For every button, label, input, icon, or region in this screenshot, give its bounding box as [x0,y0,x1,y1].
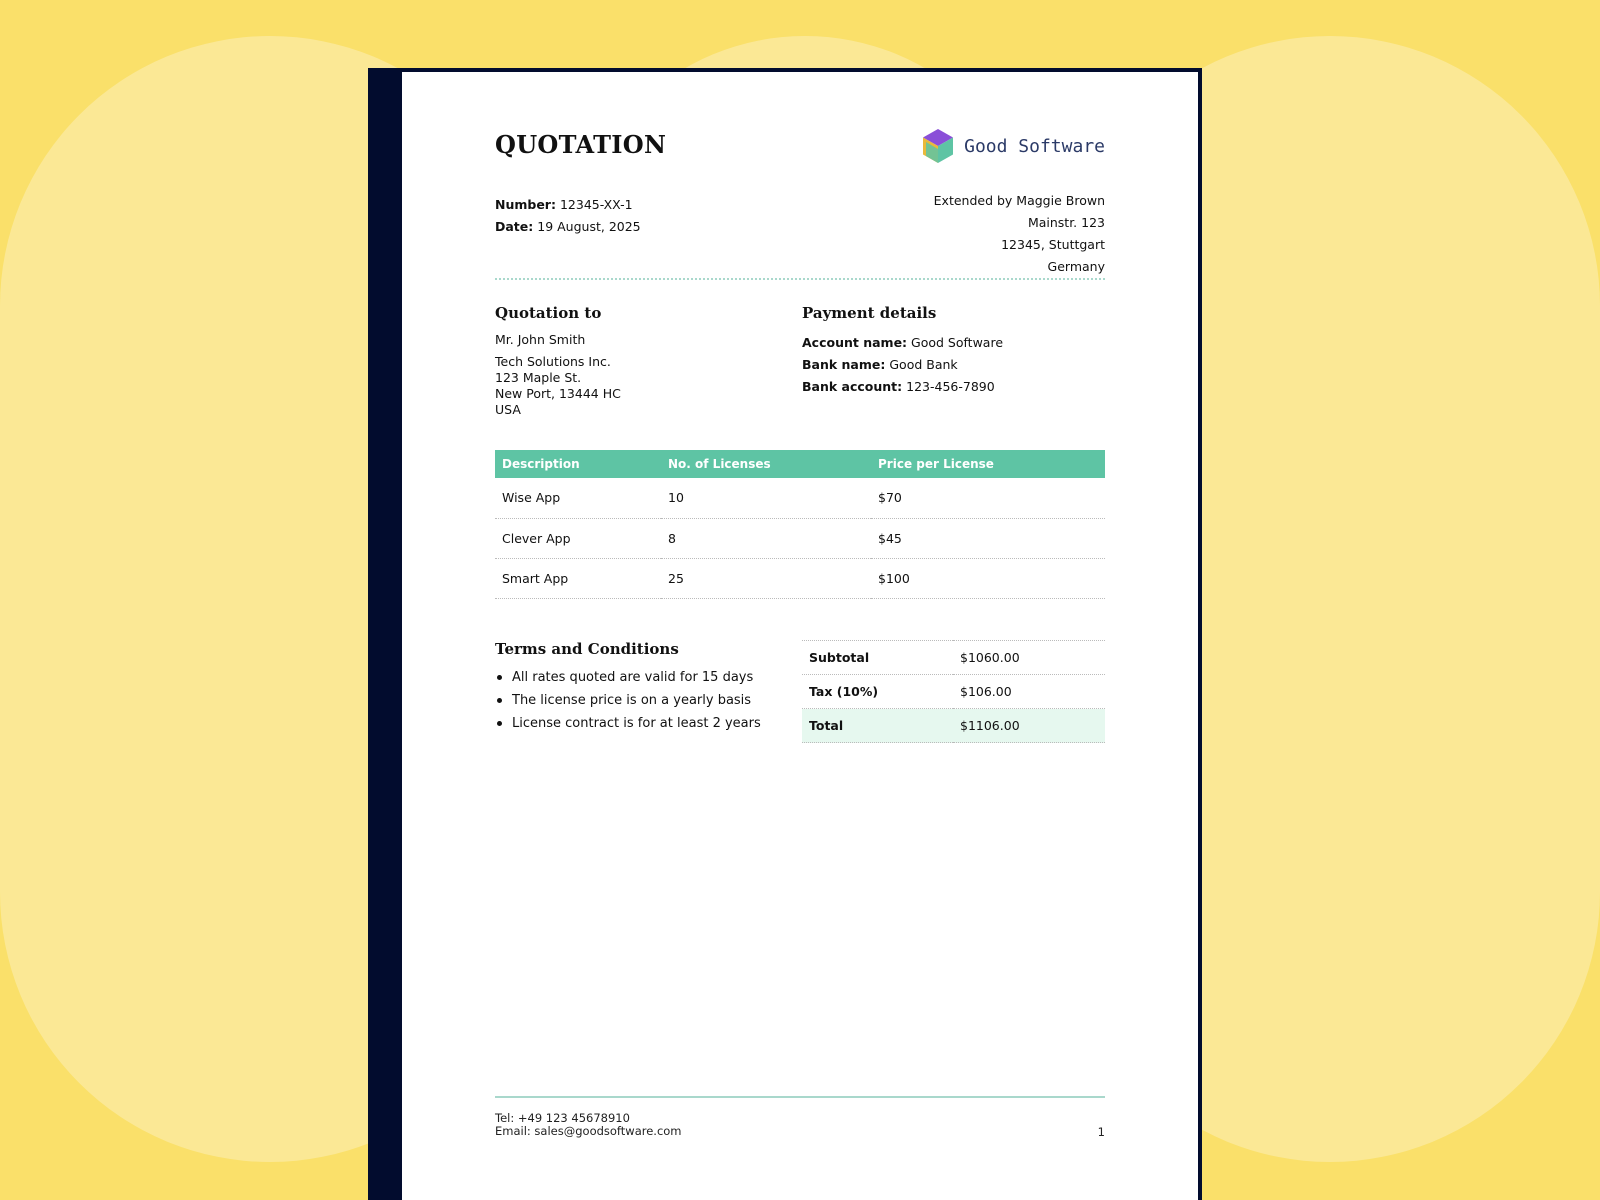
number-value: 12345-XX-1 [559,197,633,212]
item-description: Wise App [495,478,661,519]
quotation-meta: Number: 12345-XX-1 Date: 19 August, 2025 [495,194,641,238]
document-title: QUOTATION [495,130,667,159]
terms-list: All rates quoted are valid for 15 days T… [495,666,761,735]
payment-details-title: Payment details [802,304,937,322]
number-label: Number: [495,197,556,212]
item-price: $70 [871,478,1105,519]
date-label: Date: [495,219,534,234]
total-label: Total [802,708,953,743]
bank-name-label: Bank name: [802,357,886,372]
bank-name-row: Bank name: Good Bank [802,354,1003,376]
column-header-licenses: No. of Licenses [661,450,871,478]
quotation-to-title: Quotation to [495,304,602,322]
sender-line: Extended by Maggie Brown [933,193,1105,208]
totals-table: Subtotal $1060.00 Tax (10%) $106.00 Tota… [802,640,1105,743]
table-row: Wise App 10 $70 [495,478,1105,519]
bank-account-label: Bank account: [802,379,903,394]
terms-section: Terms and Conditions All rates quoted ar… [495,640,761,735]
date-value: 19 August, 2025 [537,219,641,234]
recipient-address-line: USA [495,402,521,417]
item-description: Smart App [495,558,661,599]
sender-line: Mainstr. 123 [1027,215,1105,230]
payment-details-section: Payment details Account name: Good Softw… [802,304,1003,398]
page-content: QUOTATION Good Software Number: 12345-XX… [495,72,1105,1200]
table-row: Clever App 8 $45 [495,518,1105,559]
table-header-row: Description No. of Licenses Price per Li… [495,450,1105,478]
table-row: Smart App 25 $100 [495,558,1105,599]
line-items-table: Description No. of Licenses Price per Li… [495,450,1105,599]
footer-contact: Tel: +49 123 45678910 Email: sales@goods… [495,1112,682,1138]
terms-item: The license price is on a yearly basis [495,689,761,712]
account-name-value: Good Software [911,335,1004,350]
sender-address: Extended by Maggie Brown Mainstr. 123 12… [934,190,1105,278]
quotation-date: Date: 19 August, 2025 [495,216,641,238]
tax-value: $106.00 [953,674,1105,709]
tax-row: Tax (10%) $106.00 [802,674,1105,709]
footer-divider [495,1096,1105,1098]
subtotal-label: Subtotal [802,640,953,675]
recipient-address-line: New Port, 13444 HC [495,386,621,401]
account-name-row: Account name: Good Software [802,332,1003,354]
hexagon-cube-icon [923,129,954,163]
total-row: Total $1106.00 [802,708,1105,743]
tax-label: Tax (10%) [802,674,953,709]
footer-email: Email: sales@goodsoftware.com [495,1124,682,1138]
page-number: 1 [1097,1125,1105,1139]
company-name: Good Software [964,135,1105,157]
item-price: $45 [871,518,1105,559]
terms-item: All rates quoted are valid for 15 days [495,666,761,689]
bank-name-value: Good Bank [889,357,958,372]
terms-item: License contract is for at least 2 years [495,712,761,735]
quotation-to-section: Quotation to Mr. John Smith Tech Solutio… [495,304,621,418]
quotation-number: Number: 12345-XX-1 [495,194,641,216]
bank-account-value: 123-456-7890 [906,379,995,394]
document-page: QUOTATION Good Software Number: 12345-XX… [402,72,1198,1200]
item-price: $100 [871,558,1105,599]
terms-title: Terms and Conditions [495,640,679,658]
account-name-label: Account name: [802,335,908,350]
subtotal-value: $1060.00 [953,640,1105,675]
subtotal-row: Subtotal $1060.00 [802,640,1105,675]
total-value: $1106.00 [953,708,1105,743]
sender-line: Germany [1047,259,1105,274]
item-licenses: 8 [661,518,871,559]
sender-line: 12345, Stuttgart [1001,237,1105,252]
item-licenses: 25 [661,558,871,599]
company-logo: Good Software [922,128,1105,164]
bank-account-row: Bank account: 123-456-7890 [802,376,1003,398]
recipient-name: Mr. John Smith [495,332,586,347]
header-divider [495,278,1105,280]
column-header-price: Price per License [871,450,1105,478]
recipient-address-line: 123 Maple St. [495,370,582,385]
column-header-description: Description [495,450,661,478]
item-licenses: 10 [661,478,871,519]
recipient-address-line: Tech Solutions Inc. [495,354,611,369]
item-description: Clever App [495,518,661,559]
